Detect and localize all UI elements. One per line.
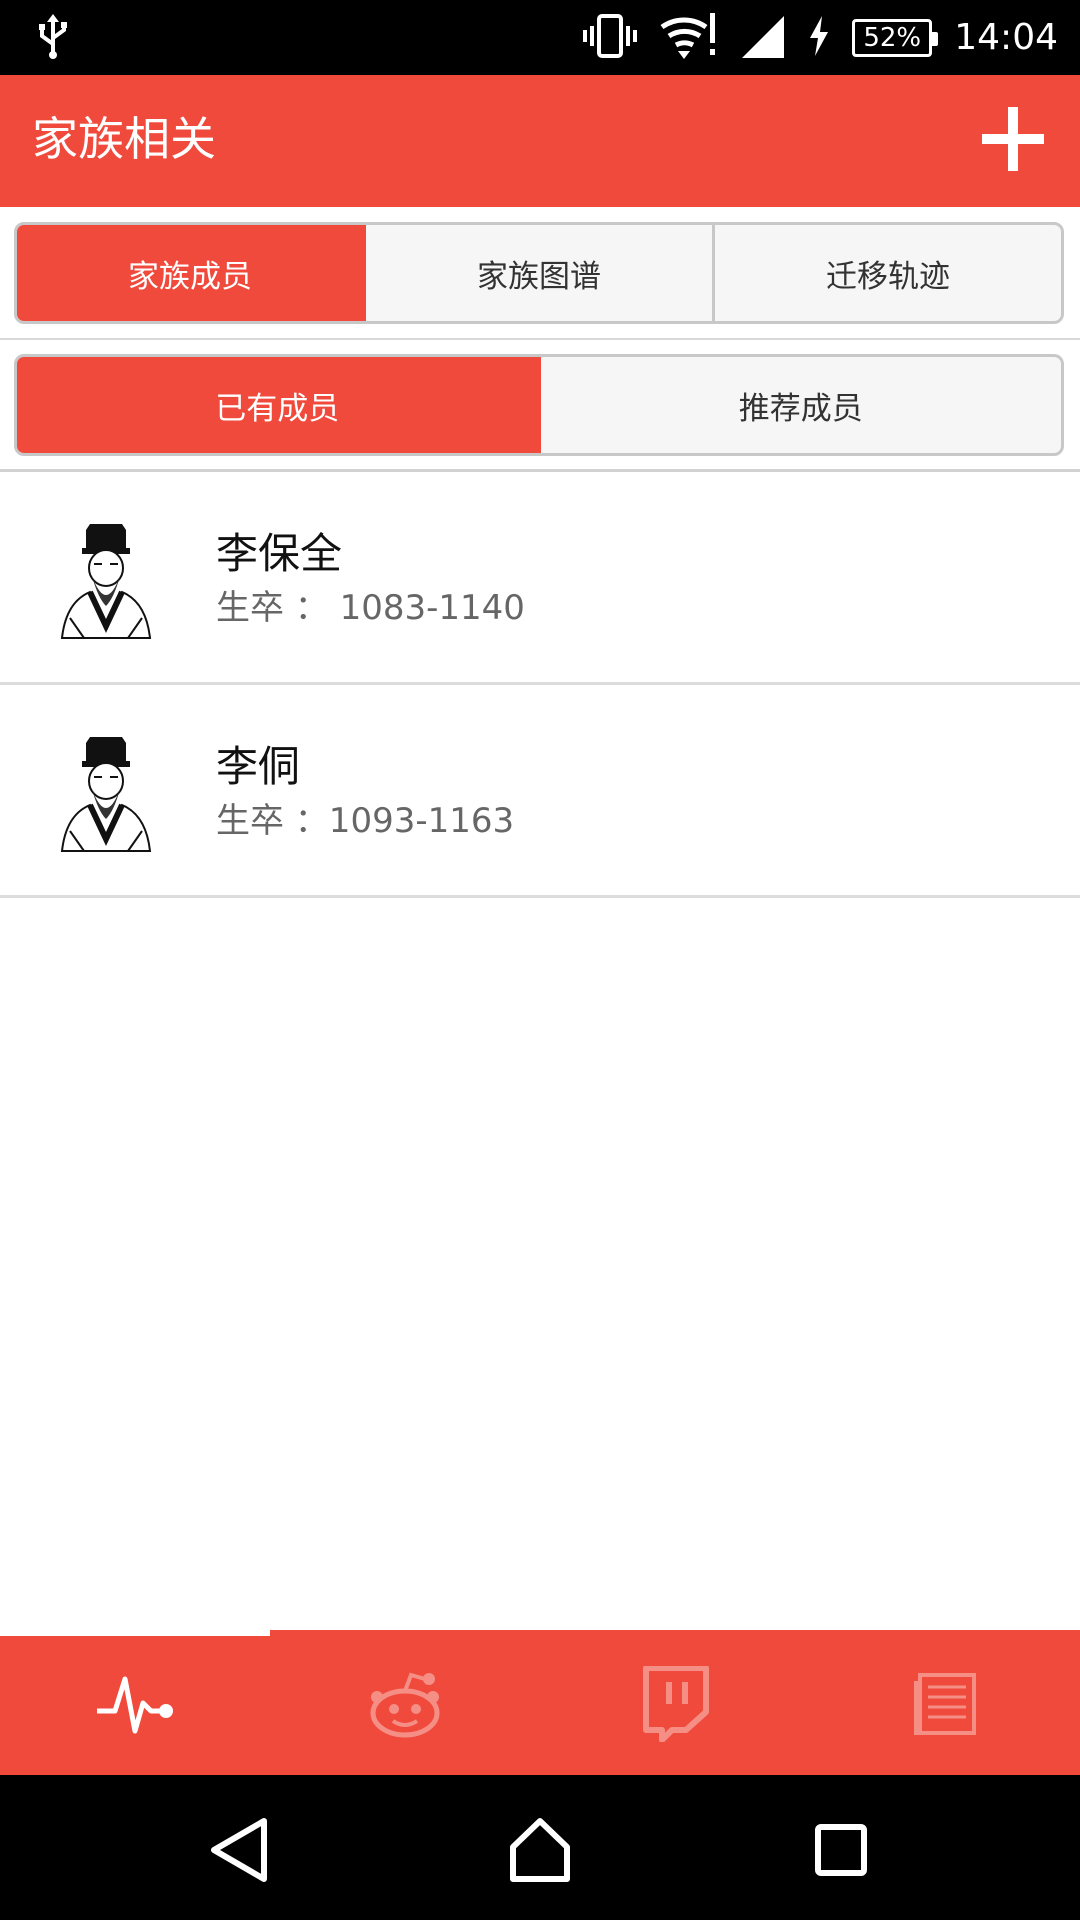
portrait-avatar	[56, 735, 156, 853]
list-item[interactable]: 李保全 生卒 ： 1083-1140	[0, 472, 1080, 685]
home-button[interactable]	[505, 1815, 575, 1885]
document-icon	[912, 1671, 978, 1741]
battery-level: 52%	[863, 22, 922, 53]
family-tabs: 家族成员 家族图谱 迁移轨迹	[14, 222, 1064, 324]
vibrate-icon	[582, 13, 638, 62]
member-dates: 生卒 ：1093-1163	[216, 801, 515, 841]
pulse-icon	[95, 1669, 175, 1743]
tab-existing-members[interactable]: 已有成员	[17, 357, 541, 453]
nav-item-reddit[interactable]	[270, 1636, 540, 1775]
twitch-icon	[640, 1664, 710, 1746]
tab-family-tree[interactable]: 家族图谱	[366, 225, 715, 321]
member-name: 李保全	[216, 529, 343, 578]
status-bar: 52% 14:04	[0, 0, 1080, 75]
home-icon	[505, 1818, 575, 1889]
nav-item-document[interactable]	[810, 1636, 1080, 1775]
nav-item-twitch[interactable]	[540, 1636, 810, 1775]
wifi-icon	[660, 11, 718, 65]
recents-button[interactable]	[806, 1815, 876, 1885]
battery-icon: 52%	[852, 18, 939, 57]
bottom-navigation	[0, 1630, 1080, 1775]
charging-icon	[808, 15, 830, 60]
reddit-icon	[367, 1669, 443, 1743]
signal-icon	[740, 14, 786, 62]
clock: 14:04	[954, 17, 1058, 58]
back-triangle-icon	[206, 1818, 276, 1889]
member-dates: 生卒 ： 1083-1140	[216, 588, 525, 628]
list-item[interactable]: 李侗 生卒 ：1093-1163	[0, 685, 1080, 898]
back-button[interactable]	[206, 1815, 276, 1885]
member-list: 李保全 生卒 ： 1083-1140 李侗 生卒 ：1093-1163	[0, 472, 1080, 898]
recents-square-icon	[806, 1824, 876, 1889]
usb-icon	[36, 14, 70, 64]
app-bar: 家族相关	[0, 75, 1080, 207]
member-name: 李侗	[216, 742, 301, 791]
tab-migration-track[interactable]: 迁移轨迹	[715, 225, 1061, 321]
page-title: 家族相关	[32, 112, 216, 166]
add-button[interactable]	[978, 105, 1048, 175]
system-navigation-bar	[0, 1775, 1080, 1920]
member-tabs: 已有成员 推荐成员	[14, 354, 1064, 456]
portrait-avatar	[56, 522, 156, 640]
nav-item-pulse[interactable]	[0, 1636, 270, 1775]
divider	[0, 338, 1080, 340]
tab-recommended-members[interactable]: 推荐成员	[541, 357, 1062, 453]
tab-family-members[interactable]: 家族成员	[17, 225, 366, 321]
